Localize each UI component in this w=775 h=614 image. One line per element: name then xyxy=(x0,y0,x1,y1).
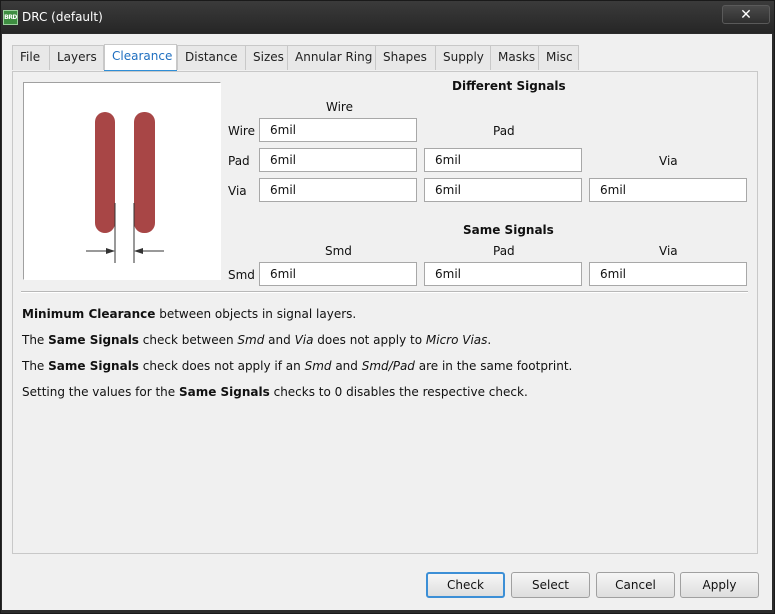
pad-pad-clearance-input[interactable] xyxy=(424,148,582,172)
col-header-smd: Smd xyxy=(325,244,352,258)
close-button[interactable]: ✕ xyxy=(722,5,770,24)
tab-annular-ring[interactable]: Annular Ring xyxy=(287,45,376,70)
tab-sizes[interactable]: Sizes xyxy=(245,45,288,70)
smd-smd-clearance-input[interactable] xyxy=(259,262,417,286)
title-bar[interactable]: BRD DRC (default) ✕ xyxy=(1,1,774,33)
tab-clearance[interactable]: Clearance xyxy=(104,44,177,72)
clearance-diagram xyxy=(86,112,164,263)
app-icon: BRD xyxy=(3,10,18,25)
col-header-wire: Wire xyxy=(326,100,353,114)
col-header-same-via: Via xyxy=(659,244,678,258)
help-line-4: Setting the values for the Same Signals … xyxy=(22,385,528,399)
pad-wire-clearance-input[interactable] xyxy=(259,148,417,172)
smd-via-clearance-input[interactable] xyxy=(589,262,747,286)
tab-misc[interactable]: Misc xyxy=(538,45,579,70)
tab-layers[interactable]: Layers xyxy=(49,45,104,70)
col-header-pad: Pad xyxy=(493,124,515,138)
right-trace xyxy=(134,112,155,233)
col-header-same-pad: Pad xyxy=(493,244,515,258)
smd-pad-clearance-input[interactable] xyxy=(424,262,582,286)
row-label-wire: Wire xyxy=(228,124,255,138)
via-wire-clearance-input[interactable] xyxy=(259,178,417,202)
tab-masks[interactable]: Masks xyxy=(490,45,539,70)
left-arrowhead xyxy=(106,248,115,254)
apply-button[interactable]: Apply xyxy=(680,572,759,598)
check-button[interactable]: Check xyxy=(426,572,505,598)
close-icon: ✕ xyxy=(740,7,752,23)
help-line-1: Minimum Clearance between objects in sig… xyxy=(22,307,357,321)
clearance-panel: Different Signals Wire Wire Pad Pad Via … xyxy=(12,71,758,554)
right-arrowhead xyxy=(134,248,143,254)
clearance-preview xyxy=(23,82,221,280)
tab-file[interactable]: File xyxy=(12,45,50,70)
help-line-3: The Same Signals check does not apply if… xyxy=(22,359,573,373)
tab-shapes[interactable]: Shapes xyxy=(375,45,436,70)
window-title: DRC (default) xyxy=(22,10,103,24)
left-trace xyxy=(95,112,115,233)
tab-supply[interactable]: Supply xyxy=(435,45,491,70)
separator xyxy=(21,291,748,293)
dialog-body: File Layers Clearance Distance Sizes Ann… xyxy=(2,34,772,610)
drc-dialog: BRD DRC (default) ✕ File Layers Clearanc… xyxy=(0,0,775,614)
via-via-clearance-input[interactable] xyxy=(589,178,747,202)
row-label-smd: Smd xyxy=(228,268,255,282)
wire-wire-clearance-input[interactable] xyxy=(259,118,417,142)
row-label-via: Via xyxy=(228,184,247,198)
tab-distance[interactable]: Distance xyxy=(177,45,246,70)
row-label-pad: Pad xyxy=(228,154,250,168)
via-pad-clearance-input[interactable] xyxy=(424,178,582,202)
col-header-via: Via xyxy=(659,154,678,168)
same-signals-heading: Same Signals xyxy=(463,223,554,237)
different-signals-heading: Different Signals xyxy=(452,79,566,93)
help-line-2: The Same Signals check between Smd and V… xyxy=(22,333,492,347)
cancel-button[interactable]: Cancel xyxy=(596,572,675,598)
select-button[interactable]: Select xyxy=(511,572,590,598)
